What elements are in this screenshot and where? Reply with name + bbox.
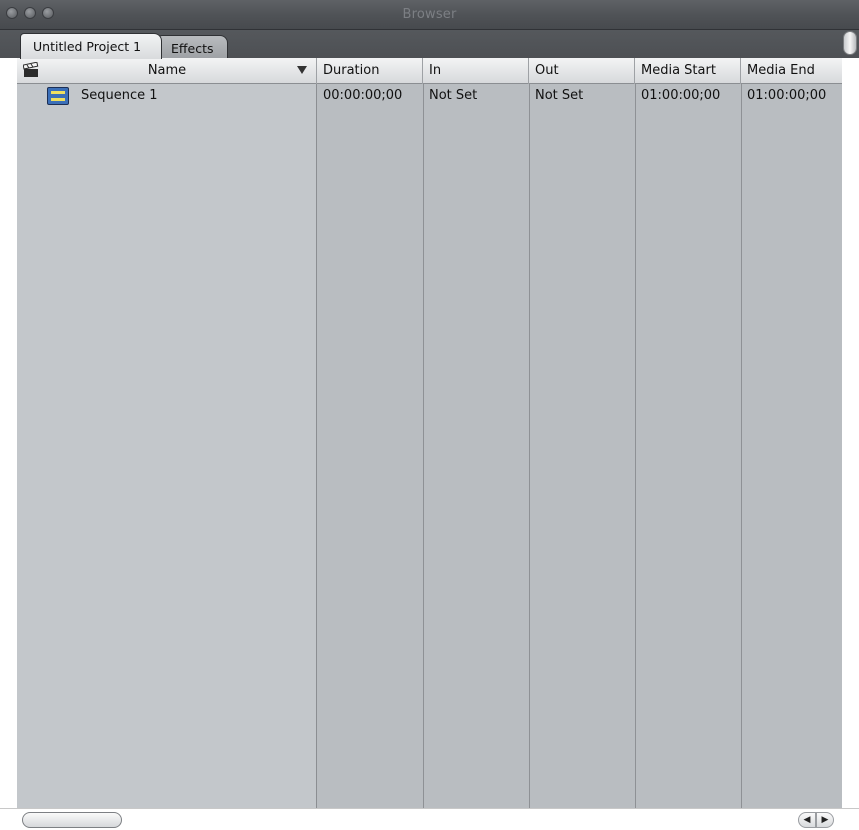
tab-effects[interactable]: Effects [158, 35, 228, 59]
cell-name: Sequence 1 [81, 88, 158, 103]
cell-out: Not Set [535, 88, 584, 103]
column-resize-handle[interactable] [843, 31, 857, 55]
column-divider [529, 84, 530, 808]
column-header-name[interactable]: Name [17, 58, 317, 84]
cell-duration: 00:00:00;00 [323, 88, 403, 103]
column-header-in[interactable]: In [423, 58, 529, 84]
sort-descending-icon[interactable] [297, 66, 307, 74]
cell-in: Not Set [429, 88, 478, 103]
tab-strip: Untitled Project 1 Effects [0, 30, 859, 59]
horizontal-scrollbar[interactable]: ◀ ▶ [0, 808, 859, 830]
cell-media-start: 01:00:00;00 [641, 88, 721, 103]
right-margin [842, 58, 859, 808]
name-column-background [17, 84, 317, 808]
browser-table: Name Duration In Out Media Start Media E… [17, 58, 842, 808]
column-header-duration[interactable]: Duration [317, 58, 423, 84]
scroll-left-arrow-icon[interactable]: ◀ [798, 812, 816, 828]
table-row[interactable]: Sequence 1 00:00:00;00 Not Set Not Set 0… [17, 86, 842, 108]
table-header: Name Duration In Out Media Start Media E… [17, 58, 842, 84]
column-header-media-end[interactable]: Media End [741, 58, 842, 84]
column-divider [635, 84, 636, 808]
column-divider [741, 84, 742, 808]
column-divider [423, 84, 424, 808]
scrollbar-thumb[interactable] [22, 812, 122, 828]
column-header-name-label: Name [147, 63, 187, 78]
column-header-media-start[interactable]: Media Start [635, 58, 741, 84]
cell-media-end: 01:00:00;00 [747, 88, 827, 103]
title-bar: Browser [0, 0, 859, 30]
window-title: Browser [402, 7, 457, 22]
scroll-right-arrow-icon[interactable]: ▶ [816, 812, 834, 828]
sequence-icon [47, 87, 69, 105]
tab-untitled-project-1[interactable]: Untitled Project 1 [20, 33, 162, 59]
column-header-out[interactable]: Out [529, 58, 635, 84]
left-margin [0, 58, 17, 808]
